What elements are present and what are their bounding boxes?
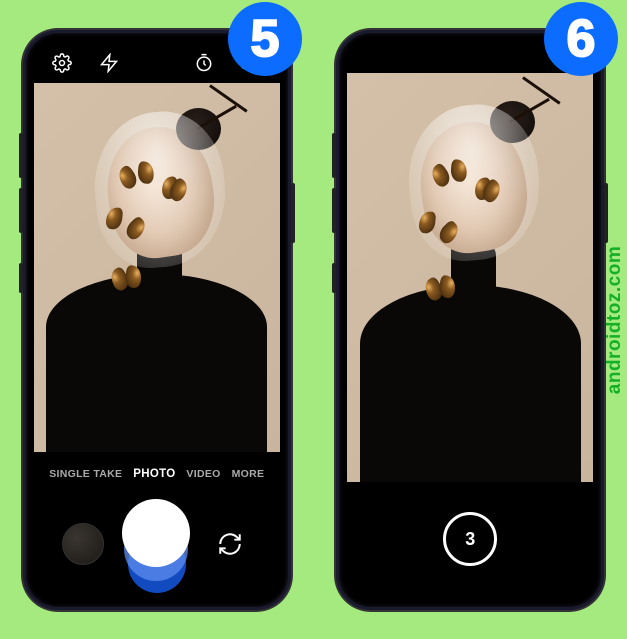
timer-icon[interactable] [194,53,214,73]
camera-mode-selector: SINGLE TAKE PHOTO VIDEO MORE [34,457,280,492]
step-badge-5: 5 [228,2,302,76]
volume-down-button [332,188,336,233]
watermark-text: androidtoz.com [604,245,626,393]
volume-up-button [19,133,23,178]
camera-viewfinder [347,73,593,482]
shutter-button[interactable] [122,499,192,589]
camera-viewfinder [34,83,280,452]
volume-up-button [332,133,336,178]
power-button [291,183,295,243]
gallery-thumbnail[interactable] [62,523,104,565]
viewfinder-subject [34,83,280,452]
power-button [604,183,608,243]
camera-bottom-controls [34,492,280,597]
step-badge-6: 6 [544,2,618,76]
mode-more[interactable]: MORE [232,468,265,480]
phone-step-5: Full SINGLE TAKE [23,30,291,610]
camera-screen-countdown: 3 [347,43,593,597]
phone-step-6: 3 [336,30,604,610]
mode-single-take[interactable]: SINGLE TAKE [49,468,122,480]
bixby-button [332,263,336,293]
step-number: 5 [251,9,280,69]
switch-camera-icon[interactable] [209,523,251,565]
viewfinder-subject [347,73,593,482]
volume-down-button [19,188,23,233]
countdown-area: 3 [347,482,593,597]
camera-screen: Full SINGLE TAKE [34,43,280,597]
step-number: 6 [567,9,596,69]
flash-icon[interactable] [99,53,119,73]
settings-icon[interactable] [52,53,72,73]
bixby-button [19,263,23,293]
mode-video[interactable]: VIDEO [186,468,220,480]
countdown-timer: 3 [443,512,497,566]
mode-photo[interactable]: PHOTO [133,468,175,480]
